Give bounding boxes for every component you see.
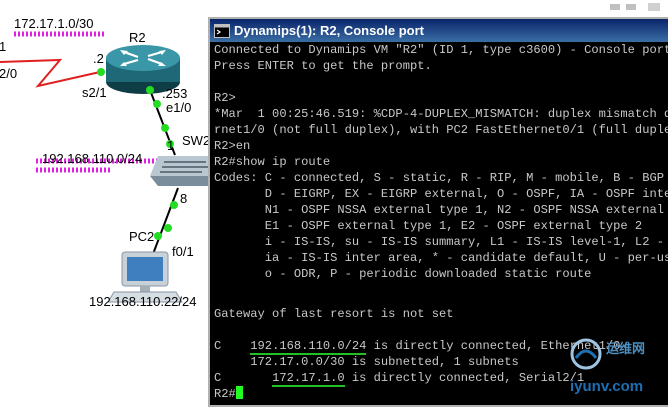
console-line: o - ODR, P - periodic downloaded static … [214, 267, 592, 281]
watermark-site-name: 运维网 [606, 341, 646, 356]
console-line: N1 - OSPF NSSA external type 1, N2 - OSP… [214, 203, 668, 217]
watermark: 运维网 iyunv.com [566, 336, 668, 400]
pc-ip-label: 192.168.110.22/24 [89, 294, 196, 309]
route-network-highlight: 192.168.110.0/24 [250, 339, 367, 355]
r2-serial-host-label: .2 [93, 51, 104, 66]
console-line: R2>en [214, 139, 251, 153]
console-line: D - EIGRP, EX - EIGRP external, O - OSPF… [214, 187, 668, 201]
console-line: Connected to Dynamips VM "R2" (ID 1, typ… [214, 43, 668, 57]
switch-uplink-port-label: 1 [167, 138, 174, 153]
watermark-url: iyunv.com [570, 378, 644, 395]
console-line: i - IS-IS, su - IS-IS summary, L1 - IS-I… [264, 235, 664, 249]
console-title: Dynamips(1): R2, Console port [234, 23, 424, 38]
console-line: *Mar 1 00:25:46.519: %CDP-4-DUPLEX_MISMA… [214, 107, 668, 121]
r2-serial-interface-label: s2/1 [82, 85, 107, 100]
console-line: R2> [214, 91, 236, 105]
console-route-line: C 172.17.1.0 is directly connected, Seri… [214, 370, 585, 387]
system-tray [608, 0, 668, 15]
switch-name-label: SW2 [182, 133, 210, 148]
console-route-line: C 192.168.110.0/24 is directly connected… [214, 338, 620, 355]
console-line: ia - IS-IS inter area, * - candidate def… [264, 251, 668, 265]
r2-ethernet-host-label: .253 [162, 86, 187, 101]
router-name-label: R2 [129, 30, 146, 45]
route-code: C [214, 339, 251, 353]
left-interface-name: 2/0 [0, 66, 17, 81]
r2-ethernet-interface-label: e1/0 [166, 100, 191, 115]
route-code: C [214, 371, 273, 385]
console-line: Codes: C - connected, S - static, R - RI… [214, 171, 664, 185]
console-titlebar[interactable]: Dynamips(1): R2, Console port [210, 19, 668, 42]
pc-name-label: PC2 [129, 229, 154, 244]
watermark-logo-icon [570, 338, 602, 370]
left-interface-number: 1 [0, 39, 6, 54]
console-line: rnet1/0 (not full duplex), with PC2 Fast… [214, 123, 668, 137]
lan-network-label: 192.168.110.0/24 [42, 151, 142, 166]
switch-pc-port-label: 8 [180, 191, 187, 206]
route-detail: is directly connected, Serial2/1 [344, 371, 585, 385]
console-line: E1 - OSPF external type 1, E2 - OSPF ext… [214, 219, 643, 233]
text-cursor [235, 386, 243, 399]
serial-network-label: 172.17.1.0/30 [14, 16, 94, 31]
console-prompt: R2# [214, 387, 236, 401]
console-line: R2#show ip route [214, 155, 331, 169]
route-network-highlight: 172.17.1.0 [272, 371, 345, 387]
console-line: Gateway of last resort is not set [214, 307, 454, 321]
console-line: Press ENTER to get the prompt. [214, 59, 432, 73]
pc-interface-label: f0/1 [172, 244, 194, 259]
terminal-icon [214, 23, 230, 38]
console-line: 172.17.0.0/30 is subnetted, 1 subnets [214, 355, 519, 369]
